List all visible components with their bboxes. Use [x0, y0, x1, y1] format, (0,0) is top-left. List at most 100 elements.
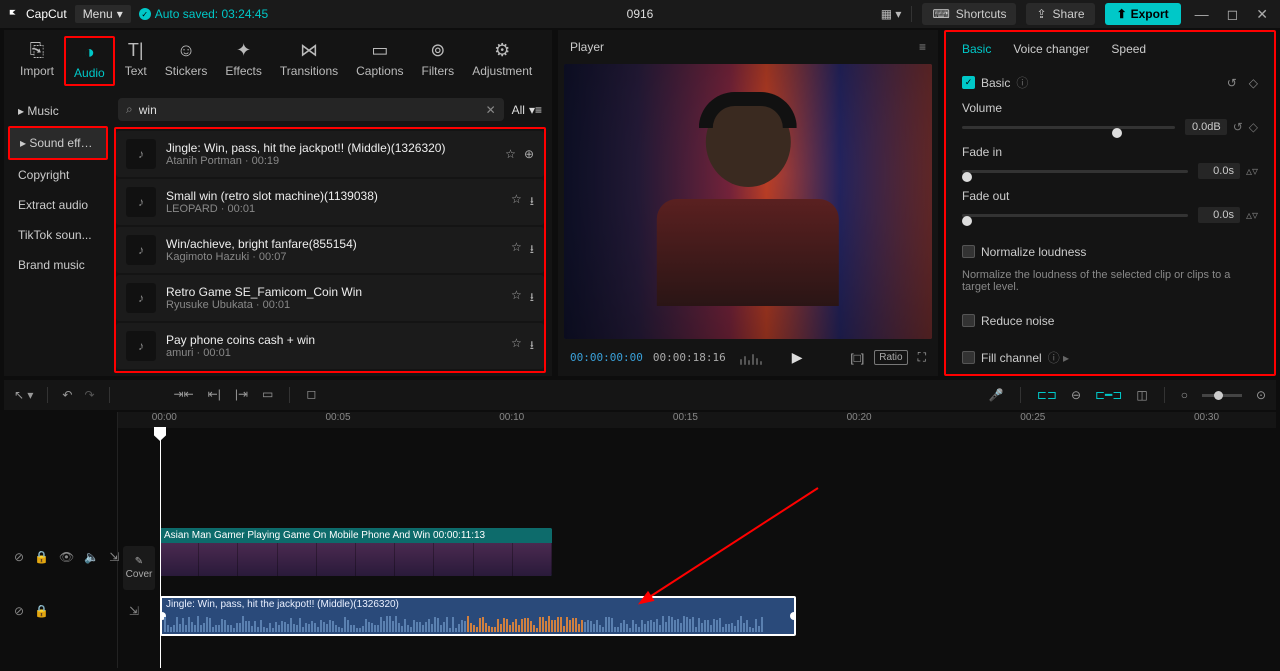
subnav-copyright[interactable]: Copyright	[8, 160, 108, 190]
zoom-slider[interactable]	[1202, 394, 1242, 397]
maximize-icon[interactable]: ◻	[1223, 6, 1243, 23]
visibility-icon[interactable]: 👁	[59, 550, 74, 564]
menu-button[interactable]: Menu ▾	[75, 5, 131, 23]
subnav-sound-effects[interactable]: ▸ Sound effe...	[8, 126, 108, 160]
play-button[interactable]: ▶	[792, 349, 803, 366]
video-preview[interactable]	[564, 64, 932, 339]
time-ruler[interactable]: 00:00 00:05 00:10 00:15 00:20 00:25 00:3…	[118, 412, 1276, 428]
keyframe-icon[interactable]: ◇	[1249, 120, 1258, 134]
fadein-value[interactable]: 0.0s	[1198, 163, 1240, 179]
tab-transitions[interactable]: ⋈Transitions	[272, 36, 346, 82]
download-icon[interactable]: ⭳	[530, 288, 534, 309]
download-icon[interactable]: ⭳	[530, 192, 534, 213]
layout-icon[interactable]: ▦ ▾	[881, 7, 902, 21]
tab-import[interactable]: ⎘Import	[12, 36, 62, 82]
trim-left-icon[interactable]: ⇤|	[208, 387, 221, 403]
fill-channel-checkbox[interactable]: ✓	[962, 351, 975, 364]
tab-text[interactable]: T|Text	[117, 36, 155, 82]
fadein-slider[interactable]	[962, 170, 1188, 173]
subnav-tiktok-sound[interactable]: TikTok soun...	[8, 220, 108, 250]
reset-icon[interactable]: ↺	[1233, 120, 1243, 134]
playhead-handle[interactable]	[154, 427, 166, 441]
snap-icon[interactable]: ⊏⊐	[1037, 388, 1057, 402]
download-icon[interactable]: ⭳	[530, 240, 534, 261]
split-icon[interactable]: ⇥⇤	[174, 387, 194, 403]
tracks-area[interactable]: ✎ Cover Asian Man Gamer Playing Game On …	[118, 428, 1276, 668]
sound-item[interactable]: ♪ Pay phone coins cash + win amuri · 00:…	[116, 323, 544, 369]
tab-stickers[interactable]: ☺Stickers	[157, 36, 216, 82]
minimize-icon[interactable]: —	[1191, 6, 1213, 22]
filter-all-button[interactable]: All ▾≡	[512, 103, 542, 117]
zoom-fit-icon[interactable]: ⊙	[1256, 388, 1266, 402]
search-input[interactable]	[139, 103, 486, 117]
timeline-main[interactable]: 00:00 00:05 00:10 00:15 00:20 00:25 00:3…	[118, 412, 1276, 668]
magnet-icon[interactable]: ⊏━⊐	[1095, 388, 1122, 402]
video-clip[interactable]: Asian Man Gamer Playing Game On Mobile P…	[160, 528, 552, 576]
favorite-icon[interactable]: ☆	[511, 288, 522, 309]
slider-knob[interactable]	[1112, 128, 1122, 138]
zoom-out-icon[interactable]: ○	[1181, 388, 1188, 402]
lock-icon[interactable]: 🔒	[34, 604, 49, 618]
undo-icon[interactable]: ↶	[62, 388, 72, 402]
disable-icon[interactable]: ⊘	[14, 604, 24, 618]
link-icon[interactable]: ⊖	[1071, 388, 1081, 402]
tab-filters[interactable]: ⊚Filters	[414, 36, 463, 82]
audio-clip[interactable]: Jingle: Win, pass, hit the jackpot!! (Mi…	[160, 596, 796, 636]
keyframe-icon[interactable]: ◇	[1249, 76, 1258, 90]
favorite-icon[interactable]: ☆	[505, 147, 516, 161]
tab-audio[interactable]: ◑Audio	[64, 36, 115, 86]
sound-item[interactable]: ♪ Small win (retro slot machine)(1139038…	[116, 179, 544, 225]
mic-icon[interactable]: 🎤	[989, 388, 1004, 402]
stepper-icon[interactable]: ▵▿	[1246, 208, 1258, 222]
tab-effects[interactable]: ✦Effects	[217, 36, 269, 82]
volume-value[interactable]: 0.0dB	[1185, 119, 1227, 135]
normalize-checkbox[interactable]: ✓	[962, 245, 975, 258]
reset-icon[interactable]: ↺	[1227, 76, 1237, 90]
player-menu-icon[interactable]: ≡	[919, 40, 926, 54]
slider-knob[interactable]	[962, 216, 972, 226]
tab-captions[interactable]: ▭Captions	[348, 36, 411, 82]
export-button[interactable]: ⬆ Export	[1105, 3, 1181, 25]
basic-checkbox[interactable]: ✓	[962, 76, 975, 89]
delete-icon[interactable]: ▭	[262, 387, 273, 403]
marker-icon[interactable]: ◻	[306, 387, 316, 403]
disable-icon[interactable]: ⊘	[14, 550, 24, 564]
info-icon[interactable]: ⓘ	[1016, 74, 1028, 91]
playhead[interactable]	[160, 428, 161, 668]
fullscreen-icon[interactable]: ⛶	[918, 350, 926, 365]
shortcuts-button[interactable]: ⌨ Shortcuts	[922, 3, 1016, 25]
close-icon[interactable]: ✕	[1252, 6, 1272, 23]
clear-icon[interactable]: ✕	[486, 103, 496, 117]
download-icon[interactable]: ⭳	[530, 336, 534, 357]
scale-icon[interactable]: [□]	[850, 351, 864, 365]
trim-right-icon[interactable]: |⇥	[235, 387, 248, 403]
slider-knob[interactable]	[962, 172, 972, 182]
info-icon[interactable]: ⓘ ▸	[1048, 349, 1069, 366]
cover-button[interactable]: ✎ Cover	[123, 546, 155, 590]
subnav-music[interactable]: ▸ Music	[8, 96, 108, 126]
cursor-tool[interactable]: ↖ ▾	[14, 388, 33, 402]
fadeout-value[interactable]: 0.0s	[1198, 207, 1240, 223]
sound-item[interactable]: ♪ Win/achieve, bright fanfare(855154) Ka…	[116, 227, 544, 273]
inspector-tab-basic[interactable]: Basic	[962, 42, 991, 56]
subnav-brand-music[interactable]: Brand music	[8, 250, 108, 280]
align-icon[interactable]: ◫	[1136, 388, 1147, 402]
sound-item[interactable]: ♪ Retro Game SE_Famicom_Coin Win Ryusuke…	[116, 275, 544, 321]
share-button[interactable]: ⇪ Share	[1026, 3, 1094, 25]
inspector-tab-voice[interactable]: Voice changer	[1013, 42, 1089, 56]
sound-item[interactable]: ♪ Jingle: Win, pass, hit the jackpot!! (…	[116, 131, 544, 177]
favorite-icon[interactable]: ☆	[511, 336, 522, 357]
subnav-extract-audio[interactable]: Extract audio	[8, 190, 108, 220]
volume-slider[interactable]	[962, 126, 1175, 129]
add-icon[interactable]: ⊕	[524, 147, 534, 161]
inspector-tab-speed[interactable]: Speed	[1111, 42, 1146, 56]
mute-icon[interactable]: 🔈	[84, 550, 99, 564]
project-title[interactable]: 0916	[627, 7, 654, 21]
redo-icon[interactable]: ↷	[84, 388, 94, 402]
fadeout-slider[interactable]	[962, 214, 1188, 217]
lock-icon[interactable]: 🔒	[34, 550, 49, 564]
tab-adjustment[interactable]: ⚙Adjustment	[464, 36, 540, 82]
favorite-icon[interactable]: ☆	[511, 240, 522, 261]
ratio-button[interactable]: Ratio	[874, 350, 907, 365]
favorite-icon[interactable]: ☆	[511, 192, 522, 213]
